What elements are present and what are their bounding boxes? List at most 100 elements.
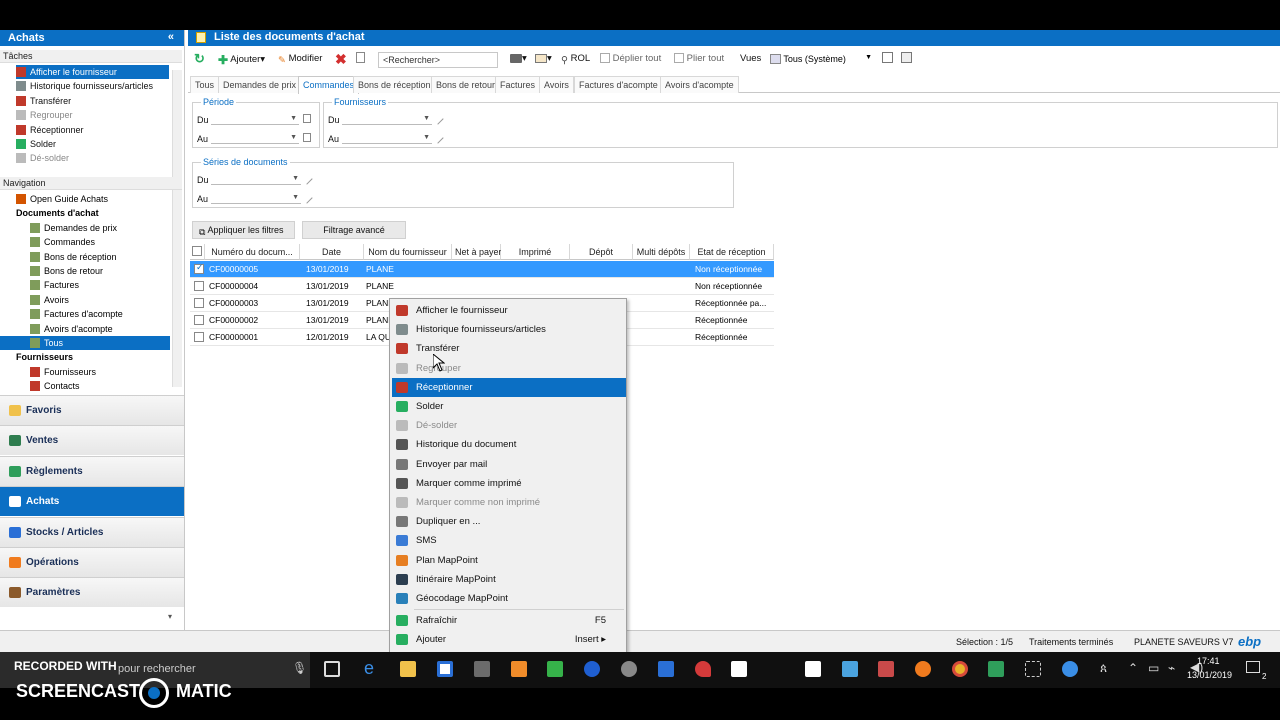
row-checkbox[interactable] — [194, 281, 204, 291]
task-item[interactable]: Réceptionner — [16, 123, 169, 137]
task-item[interactable]: Transférer — [16, 94, 169, 108]
collapse-pane-button[interactable]: « — [168, 31, 174, 43]
nav-item-4[interactable]: Factures — [0, 278, 170, 292]
tab-5[interactable]: Factures — [495, 76, 541, 93]
menu-item[interactable]: SMS — [392, 531, 626, 550]
menu-item[interactable]: Marquer comme imprimé — [392, 474, 626, 493]
menu-item[interactable]: Envoyer par mail — [392, 455, 626, 474]
app-icon[interactable] — [511, 661, 527, 677]
nav-item-5[interactable]: Avoirs — [0, 293, 170, 307]
tab-6[interactable]: Avoirs — [539, 76, 574, 93]
task-item[interactable]: Afficher le fournisseur — [16, 65, 169, 79]
nav-item-8[interactable]: Tous — [0, 336, 170, 350]
columns-button[interactable] — [882, 52, 893, 64]
column-header-2[interactable]: Nom du fournisseur — [364, 244, 452, 260]
menu-item[interactable]: Historique fournisseurs/articles — [392, 320, 626, 339]
fourn-au-input[interactable]: ▼ — [342, 132, 432, 144]
nav-item-3[interactable]: Bons de retour — [0, 264, 170, 278]
nav-fournisseurs[interactable]: Fournisseurs — [0, 350, 170, 364]
store-icon[interactable] — [437, 661, 453, 677]
microphone-icon[interactable]: 🎙 — [292, 661, 307, 675]
section-button[interactable]: Favoris — [0, 395, 184, 425]
add-button[interactable]: ✚ Ajouter▾ — [218, 53, 265, 67]
help-icon[interactable] — [1062, 661, 1078, 677]
menu-item[interactable]: Solder — [392, 397, 626, 416]
column-header-3[interactable]: Net à payer — [452, 244, 502, 260]
advanced-filter-button[interactable]: Filtrage avancé — [302, 221, 406, 239]
menu-item[interactable]: Dupliquer en ... — [392, 512, 626, 531]
nav-item-7[interactable]: Avoirs d'acompte — [0, 322, 170, 336]
refresh-button[interactable]: ↻ — [194, 51, 205, 67]
firefox-icon[interactable] — [915, 661, 931, 677]
nav-scrollbar[interactable] — [172, 191, 182, 387]
section-button[interactable]: Paramètres — [0, 577, 184, 608]
menu-item[interactable]: Géocodage MapPoint — [392, 589, 626, 608]
row-checkbox[interactable] — [194, 332, 204, 342]
send-button[interactable]: ▾ — [535, 53, 552, 64]
column-header-1[interactable]: Date — [300, 244, 364, 260]
column-header-4[interactable]: Imprimé — [501, 244, 570, 260]
menu-item[interactable]: Réceptionner — [392, 377, 626, 397]
edit-icon[interactable] — [301, 192, 313, 204]
row-checkbox[interactable] — [194, 315, 204, 325]
select-all-header[interactable] — [190, 244, 205, 260]
app-icon[interactable] — [878, 661, 894, 677]
task-item[interactable]: Solder — [16, 137, 169, 151]
task-item[interactable]: Historique fournisseurs/articles — [16, 79, 169, 93]
nav-item-1[interactable]: Commandes — [0, 235, 170, 249]
edit-icon[interactable] — [432, 113, 444, 125]
edit-icon[interactable] — [301, 173, 313, 185]
collapse-all-button[interactable]: Plier tout — [674, 53, 724, 64]
nav-documents-achat[interactable]: Documents d'achat — [0, 206, 170, 220]
search-input[interactable]: <Rechercher> — [378, 52, 498, 68]
menu-item[interactable]: Plan MapPoint — [392, 551, 626, 570]
nav-fourn-item-1[interactable]: Contacts — [0, 379, 170, 393]
calculator-app-icon[interactable] — [547, 661, 563, 677]
series-au-input[interactable]: ▼ — [211, 192, 301, 204]
copy-button[interactable] — [356, 52, 365, 64]
chrome-icon[interactable] — [952, 661, 968, 677]
tab-8[interactable]: Avoirs d'acompte — [660, 76, 739, 93]
task-view-icon[interactable] — [324, 661, 340, 677]
menu-item[interactable]: Dé-solder — [392, 416, 626, 435]
calculator-icon[interactable] — [805, 661, 821, 677]
person-icon[interactable]: ጰ — [1100, 661, 1107, 676]
column-header-5[interactable]: Dépôt — [570, 244, 633, 260]
tab-4[interactable]: Bons de retour — [431, 76, 501, 93]
mail-icon[interactable] — [658, 661, 674, 677]
section-button[interactable]: Opérations — [0, 547, 184, 577]
menu-item[interactable]: Regrouper — [392, 359, 626, 378]
section-button[interactable]: Stocks / Articles — [0, 516, 184, 547]
table-row[interactable]: CF00000004 13/01/2019 PLANE Non réceptionné… — [190, 278, 774, 295]
column-header-6[interactable]: Multi dépôts — [633, 244, 690, 260]
select-all-checkbox[interactable] — [192, 246, 202, 256]
section-button[interactable]: Règlements — [0, 455, 184, 486]
pin-icon[interactable] — [695, 661, 711, 677]
print-button[interactable]: ▾ — [510, 53, 527, 64]
menu-item[interactable]: Ajouter Insert ▸ — [392, 630, 626, 649]
view-select[interactable]: Tous (Système) ▼ — [766, 52, 876, 68]
column-header-7[interactable]: Etat de réception — [690, 244, 774, 260]
row-checkbox[interactable] — [194, 262, 204, 274]
apply-filters-button[interactable]: ⧉ Appliquer les filtres — [192, 221, 295, 239]
edge-icon[interactable]: e — [364, 658, 380, 678]
series-du-input[interactable]: ▼ — [211, 173, 301, 185]
tab-0[interactable]: Tous — [190, 76, 220, 93]
fourn-du-input[interactable]: ▼ — [342, 113, 432, 125]
nav-open-guide[interactable]: Open Guide Achats — [0, 192, 170, 206]
rol-button[interactable]: ⚲ ROL — [561, 53, 590, 66]
battery-icon[interactable]: ▭ — [1148, 661, 1159, 675]
menu-item[interactable]: Itinéraire MapPoint — [392, 570, 626, 589]
app-icon[interactable] — [842, 661, 858, 677]
periode-au-input[interactable]: ▼ — [211, 132, 299, 144]
menu-item[interactable]: Transférer — [392, 339, 626, 358]
chevron-up-icon[interactable]: ⌃ — [1128, 661, 1138, 675]
expand-all-button[interactable]: Déplier tout — [600, 53, 661, 64]
network-icon[interactable]: ⌁ — [1168, 661, 1175, 675]
app-icon[interactable] — [584, 661, 600, 677]
nav-fourn-item-0[interactable]: Fournisseurs — [0, 365, 170, 379]
edit-icon[interactable] — [432, 132, 444, 144]
nav-item-6[interactable]: Factures d'acompte — [0, 307, 170, 321]
menu-item[interactable]: Rafraîchir F5 — [392, 611, 626, 630]
file-explorer-icon[interactable] — [400, 661, 416, 677]
